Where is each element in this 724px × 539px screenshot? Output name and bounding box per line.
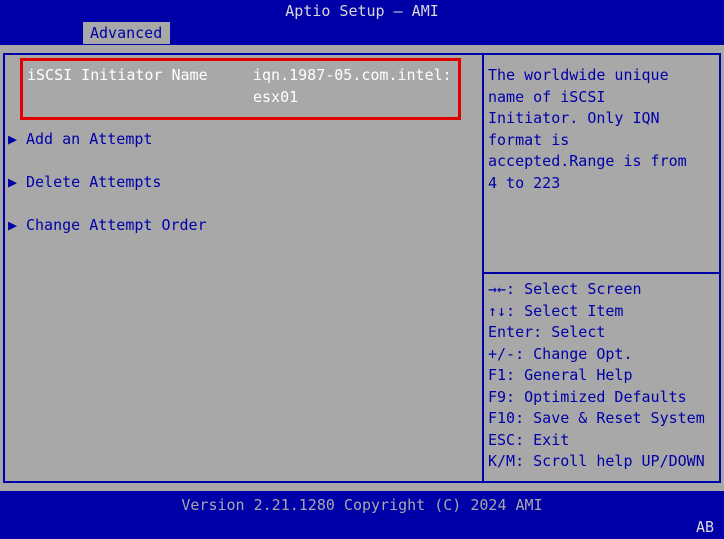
iscsi-initiator-name-value-line2[interactable]: esx01 <box>253 86 298 108</box>
key-legend: →←: Select Screen ↑↓: Select Item Enter:… <box>488 279 718 473</box>
key-exit: ESC: Exit <box>488 430 570 449</box>
key-optimized-defaults: F9: Optimized Defaults <box>488 387 687 406</box>
help-line: accepted.Range is from <box>488 152 687 170</box>
menu-item-label: Change Attempt Order <box>26 216 207 234</box>
menu-item-add-attempt[interactable]: ▶ Add an Attempt <box>8 130 152 148</box>
menu-item-delete-attempts[interactable]: ▶ Delete Attempts <box>8 173 161 191</box>
main-panel: iSCSI Initiator Name iqn.1987-05.com.int… <box>0 45 724 491</box>
help-text: The worldwide unique name of iSCSI Initi… <box>488 65 716 194</box>
menu-item-label: Add an Attempt <box>26 130 153 148</box>
help-line: format is <box>488 130 570 149</box>
vertical-divider <box>482 53 484 483</box>
bottom-bar: Version 2.21.1280 Copyright (C) 2024 AMI… <box>0 491 724 539</box>
horizontal-divider <box>484 272 719 274</box>
menu-item-change-attempt-order[interactable]: ▶ Change Attempt Order <box>8 216 207 234</box>
help-line: 4 to 223 <box>488 173 561 192</box>
help-line: The worldwide unique <box>488 66 669 84</box>
help-line: Initiator. Only IQN <box>488 109 660 127</box>
iscsi-initiator-name-value-line1[interactable]: iqn.1987-05.com.intel: <box>253 64 452 86</box>
key-select-screen: →←: Select Screen <box>488 280 642 298</box>
key-general-help: F1: General Help <box>488 366 633 384</box>
tab-advanced[interactable]: Advanced <box>83 22 170 44</box>
key-change-opt: +/-: Change Opt. <box>488 344 633 363</box>
window-title: Aptio Setup – AMI <box>285 2 439 20</box>
submenu-arrow-icon: ▶ <box>8 216 18 234</box>
key-scroll-help: K/M: Scroll help UP/DOWN <box>488 452 705 470</box>
menu-item-label: Delete Attempts <box>26 173 162 191</box>
version-text: Version 2.21.1280 Copyright (C) 2024 AMI <box>181 496 543 514</box>
key-save-reset: F10: Save & Reset System <box>488 409 705 427</box>
key-select-item: ↑↓: Select Item <box>488 301 624 320</box>
submenu-arrow-icon: ▶ <box>8 173 18 191</box>
help-line: name of iSCSI <box>488 87 606 106</box>
iscsi-initiator-name-label[interactable]: iSCSI Initiator Name <box>27 66 208 84</box>
key-enter-select: Enter: Select <box>488 323 606 341</box>
post-code: AB <box>695 518 714 536</box>
top-bar: Aptio Setup – AMI Advanced <box>0 0 724 45</box>
submenu-arrow-icon: ▶ <box>8 130 18 148</box>
